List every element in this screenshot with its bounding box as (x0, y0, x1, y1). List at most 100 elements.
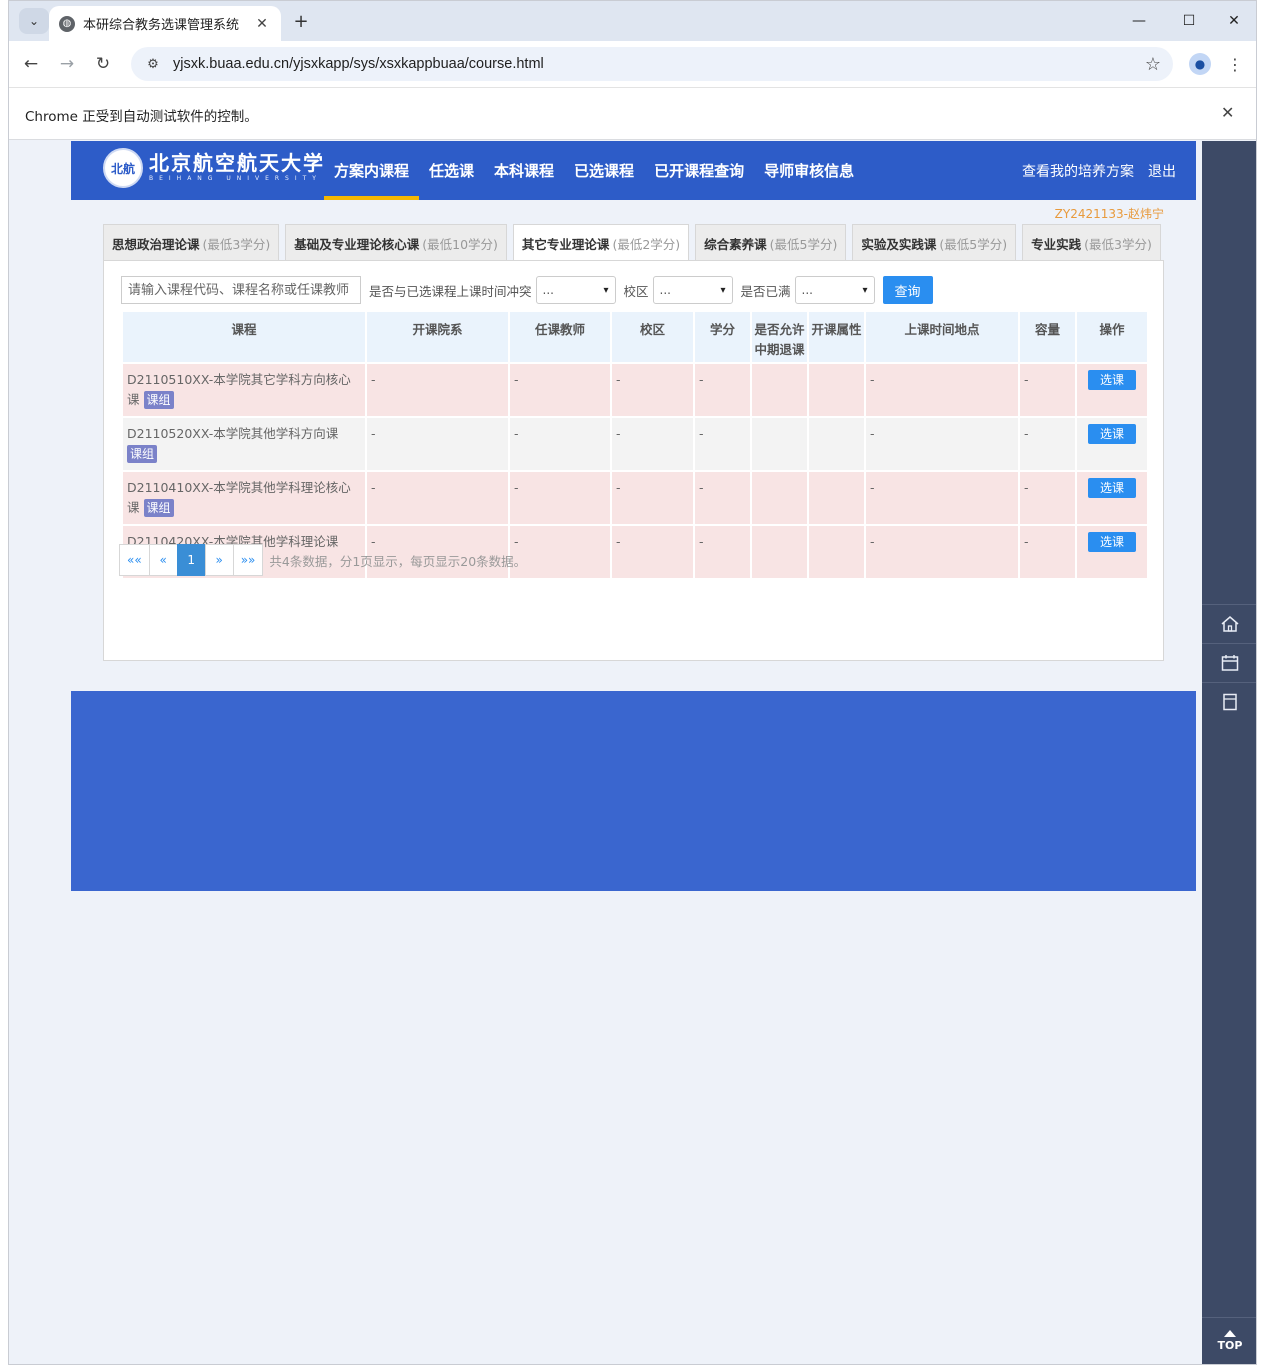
course-group-badge: 课组 (127, 445, 158, 463)
main-nav: 方案内课程 任选课 本科课程 已选课程 已开课程查询 导师审核信息 (324, 141, 864, 200)
category-tab-2[interactable]: 其它专业理论课 (最低2学分) (512, 224, 690, 262)
course-cell: D2110410XX-本学院其他学科理论核心课 课组 (123, 472, 365, 524)
conflict-select[interactable]: ... ▾ (535, 276, 616, 304)
select-course-button[interactable]: 选课 (1088, 532, 1136, 552)
forward-icon[interactable]: → (55, 52, 79, 76)
header-op: 操作 (1077, 312, 1147, 362)
university-seal-icon: 北航 (103, 148, 143, 188)
campus-filter-label: 校区 (623, 283, 649, 299)
course-group-badge: 课组 (143, 499, 174, 517)
cell-credit: - (695, 526, 750, 578)
address-bar[interactable]: ⚙ yjsxk.buaa.edu.cn/yjsxkapp/sys/xsxkapp… (131, 47, 1173, 81)
browser-menu-icon[interactable]: ⋮ (1227, 53, 1243, 75)
course-search-input[interactable] (121, 276, 361, 304)
header-teacher: 任课教师 (510, 312, 610, 362)
cell-teacher: - (510, 364, 610, 416)
calendar-icon[interactable] (1202, 643, 1256, 681)
category-tab-min-credits: (最低2学分) (612, 237, 681, 252)
cell-op: 选课 (1077, 472, 1147, 524)
cell-credit: - (695, 472, 750, 524)
header-course: 课程 (123, 312, 365, 362)
header-campus: 校区 (612, 312, 693, 362)
query-button[interactable]: 查询 (882, 276, 933, 304)
tab-close-icon[interactable]: ✕ (253, 15, 271, 33)
header-withdraw-line1: 是否允许 (754, 322, 805, 337)
new-tab-icon[interactable]: + (289, 9, 313, 33)
browser-window: ⌄ ◍ 本研综合教务选课管理系统 ✕ + — ☐ ✕ ← → ↻ ⚙ yjsxk… (8, 0, 1257, 1365)
tab-search-dropdown-icon[interactable]: ⌄ (19, 8, 49, 34)
select-course-button[interactable]: 选课 (1088, 424, 1136, 444)
cell-campus: - (612, 418, 693, 470)
home-icon[interactable] (1202, 604, 1256, 642)
cell-dept: - (367, 472, 508, 524)
course-cell: D2110520XX-本学院其他学科方向课 课组 (123, 418, 365, 470)
category-tab-1[interactable]: 基础及专业理论核心课 (最低10学分) (285, 224, 507, 261)
infobar-close-icon[interactable]: ✕ (1221, 103, 1234, 122)
nav-item-1[interactable]: 任选课 (419, 141, 484, 200)
browser-toolbar: ← → ↻ ⚙ yjsxk.buaa.edu.cn/yjsxkapp/sys/x… (9, 41, 1256, 87)
table-row: D2110510XX-本学院其它学科方向核心课 课组 - - - - - - 选课 (123, 364, 1147, 416)
back-icon[interactable]: ← (19, 52, 43, 76)
window-close-icon[interactable]: ✕ (1220, 9, 1248, 33)
page-last-button[interactable]: »» (232, 544, 264, 576)
category-tab-5[interactable]: 专业实践 (最低3学分) (1022, 224, 1161, 261)
cell-withdraw (752, 364, 807, 416)
page-first-button[interactable]: «« (119, 544, 150, 576)
page-next-button[interactable]: » (204, 544, 234, 576)
category-tab-3[interactable]: 综合素养课 (最低5学分) (695, 224, 847, 261)
pagination-summary: 共4条数据，分1页显示，每页显示20条数据。 (269, 553, 527, 569)
reload-icon[interactable]: ↻ (91, 52, 115, 76)
category-tab-name: 其它专业理论课 (521, 237, 610, 252)
nav-item-5[interactable]: 导师审核信息 (754, 141, 864, 200)
nav-item-3[interactable]: 已选课程 (564, 141, 644, 200)
category-tab-min-credits: (最低3学分) (202, 236, 271, 252)
category-tab-name: 综合素养课 (704, 236, 767, 252)
url-text[interactable]: yjsxk.buaa.edu.cn/yjsxkapp/sys/xsxkappbu… (173, 56, 1145, 72)
university-logo[interactable]: 北航 北京航空航天大学 BEIHANG UNIVERSITY (103, 148, 325, 188)
browser-tab[interactable]: ◍ 本研综合教务选课管理系统 ✕ (49, 6, 281, 41)
filter-bar: 是否与已选课程上课时间冲突 ... ▾ 校区 ... ▾ 是否已满 ... ▾ (121, 276, 933, 304)
profile-avatar-icon[interactable]: ● (1189, 53, 1211, 75)
full-select-value: ... (801, 283, 813, 297)
nav-item-2[interactable]: 本科课程 (484, 141, 564, 200)
minimize-icon[interactable]: — (1125, 9, 1153, 33)
campus-select[interactable]: ... ▾ (652, 276, 733, 304)
tab-bar: ⌄ ◍ 本研综合教务选课管理系统 ✕ + — ☐ ✕ (9, 1, 1256, 41)
bookmark-star-icon[interactable]: ☆ (1145, 54, 1161, 75)
right-sidebar: TOP (1202, 141, 1256, 1364)
chevron-down-icon: ▾ (720, 284, 726, 296)
select-course-button[interactable]: 选课 (1088, 478, 1136, 498)
nav-item-4[interactable]: 已开课程查询 (644, 141, 754, 200)
category-tabs: 思想政治理论课 (最低3学分) 基础及专业理论核心课 (最低10学分) 其它专业理论课(… (103, 224, 1167, 262)
cell-op: 选课 (1077, 364, 1147, 416)
site-footer (71, 691, 1196, 891)
page-prev-button[interactable]: « (148, 544, 178, 576)
site-header: 北航 北京航空航天大学 BEIHANG UNIVERSITY 方案内课程 任选课本… (71, 141, 1196, 200)
view-training-plan-link[interactable]: 查看我的培养方案 (1022, 161, 1134, 181)
site-info-icon[interactable]: ⚙ (143, 54, 163, 74)
header-capacity: 容量 (1020, 312, 1075, 362)
cell-dept: - (367, 364, 508, 416)
tab-title: 本研综合教务选课管理系统 (83, 18, 240, 33)
chevron-down-icon: ▾ (862, 284, 868, 296)
logout-link[interactable]: 退出 (1148, 161, 1176, 181)
cell-capacity: - (1020, 364, 1075, 416)
header-dept: 开课院系 (367, 312, 508, 362)
document-icon[interactable] (1202, 682, 1256, 720)
pagination: «« « 1 » »» 共4条数据，分1页显示，每页显示20条数据。 (119, 544, 527, 576)
back-to-top-button[interactable]: TOP (1202, 1317, 1256, 1363)
cell-dept: - (367, 418, 508, 470)
cell-time: - (866, 526, 1018, 578)
category-tab-0[interactable]: 思想政治理论课 (最低3学分) (103, 224, 280, 261)
select-course-button[interactable]: 选课 (1088, 370, 1136, 390)
page-current-button[interactable]: 1 (176, 544, 206, 576)
cell-teacher: - (510, 472, 610, 524)
cell-capacity: - (1020, 418, 1075, 470)
category-tab-4[interactable]: 实验及实践课 (最低5学分) (852, 224, 1017, 261)
maximize-icon[interactable]: ☐ (1175, 9, 1203, 33)
category-tab-name: 实验及实践课 (861, 236, 937, 252)
full-select[interactable]: ... ▾ (794, 276, 875, 304)
nav-item-0[interactable]: 方案内课程 (324, 141, 420, 200)
back-to-top-label: TOP (1217, 1338, 1243, 1352)
globe-icon: ◍ (59, 15, 75, 32)
